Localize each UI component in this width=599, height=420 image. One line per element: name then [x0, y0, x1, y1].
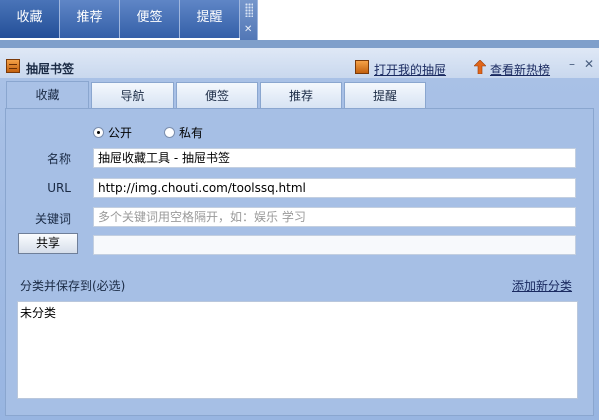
tab-recommend[interactable]: 推荐: [260, 82, 342, 108]
tab-favorites[interactable]: 收藏: [6, 81, 89, 109]
open-drawer-icon: [355, 60, 369, 74]
toolbar-grip[interactable]: ✕: [240, 0, 258, 40]
radio-public[interactable]: 公开: [93, 124, 132, 141]
close-icon[interactable]: ✕: [584, 57, 594, 71]
top-tab-recommend[interactable]: 推荐: [60, 0, 120, 38]
top-tab-notes[interactable]: 便签: [120, 0, 180, 38]
category-label: 分类并保存到(必选): [20, 279, 126, 293]
tab-navigation[interactable]: 导航: [91, 82, 174, 108]
hot-list-link[interactable]: 查看新热榜: [490, 61, 550, 78]
name-label: 名称: [46, 152, 71, 166]
tab-notes[interactable]: 便签: [176, 82, 258, 108]
top-tab-reminder[interactable]: 提醒: [180, 0, 240, 38]
radio-private-label: 私有: [179, 126, 204, 140]
tab-reminder[interactable]: 提醒: [344, 82, 426, 108]
share-input[interactable]: [93, 235, 576, 255]
radio-public-label: 公开: [108, 126, 133, 140]
keywords-input[interactable]: 多个关键词用空格隔开，如：娱乐 学习: [93, 207, 576, 227]
share-button[interactable]: 共享: [18, 233, 78, 254]
bookmark-panel: 抽屉书签 打开我的抽屉 查看新热榜 – ✕ 收藏 导航 便签 推荐 提醒 公开 …: [0, 48, 599, 420]
radio-unselected-icon[interactable]: [164, 127, 175, 138]
radio-selected-icon[interactable]: [93, 127, 104, 138]
top-tab-favorites[interactable]: 收藏: [0, 0, 60, 38]
category-item[interactable]: 未分类: [20, 304, 56, 321]
url-input[interactable]: http://img.chouti.com/toolssq.html: [93, 178, 576, 198]
open-drawer-link[interactable]: 打开我的抽屉: [374, 61, 446, 78]
up-arrow-icon: [474, 60, 486, 74]
drawer-icon: [6, 59, 20, 73]
top-tab-bar: 收藏 推荐 便签 提醒 ✕: [0, 0, 599, 40]
add-category-link[interactable]: 添加新分类: [512, 277, 572, 294]
minimize-icon[interactable]: –: [569, 57, 575, 71]
panel-title: 抽屉书签: [6, 59, 74, 77]
toolbar-close-icon[interactable]: ✕: [244, 25, 252, 35]
url-label: URL: [47, 181, 71, 195]
drag-handle-icon[interactable]: [245, 3, 253, 17]
radio-private[interactable]: 私有: [164, 124, 203, 141]
category-list[interactable]: 未分类: [17, 301, 578, 399]
keywords-label: 关键词: [34, 212, 71, 226]
name-input[interactable]: 抽屉收藏工具 - 抽屉书签: [93, 148, 576, 168]
